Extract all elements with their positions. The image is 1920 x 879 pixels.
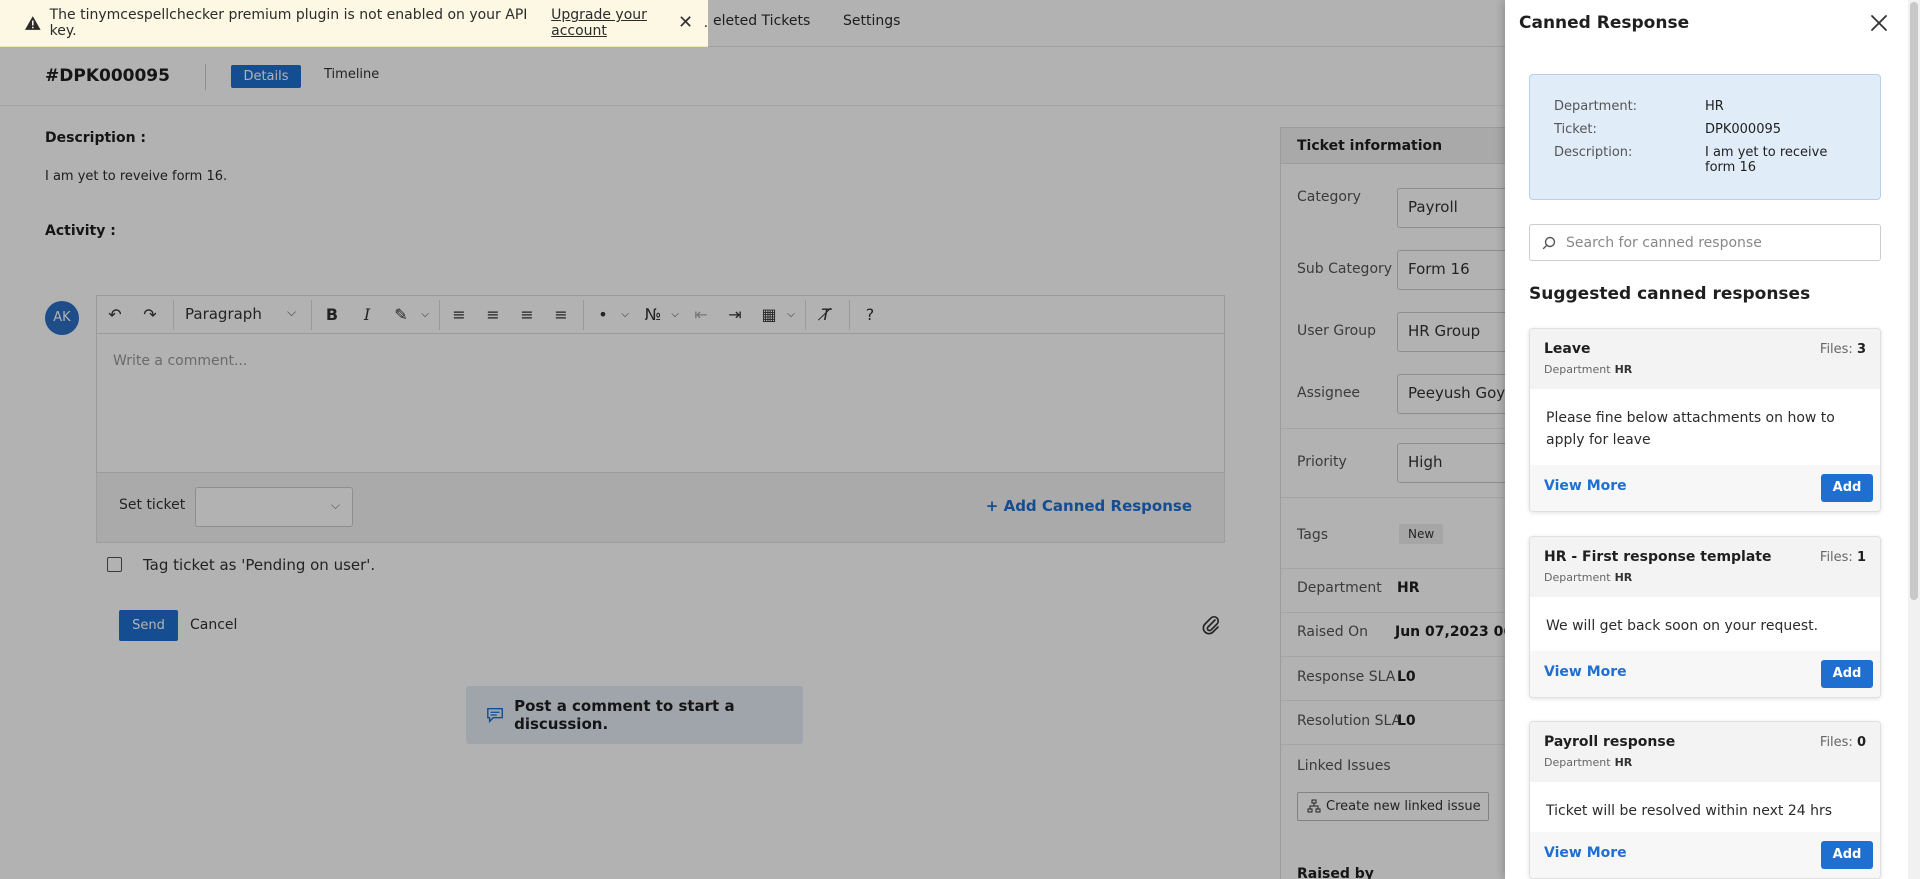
canned-response-drawer: Canned Response Department: HR Ticket: D… (1505, 0, 1920, 879)
response-body: We will get back soon on your request. (1546, 618, 1819, 634)
response-name: HR - First response template (1544, 549, 1772, 565)
card-header: Payroll response Department HR Files: 0 (1530, 722, 1880, 782)
response-department: Department HR (1544, 756, 1633, 769)
view-more-link[interactable]: View More (1544, 664, 1627, 680)
plugin-warning-banner: The tinymcespellchecker premium plugin i… (0, 0, 708, 47)
banner-message-suffix: . (703, 15, 709, 31)
card-header: HR - First response template Department H… (1530, 537, 1880, 597)
response-files-count: Files: 1 (1819, 550, 1866, 565)
ticket-value: DPK000095 (1705, 122, 1782, 137)
view-more-link[interactable]: View More (1544, 478, 1627, 494)
ticket-summary-card: Department: HR Ticket: DPK000095 Descrip… (1529, 74, 1881, 200)
banner-message: The tinymcespellchecker premium plugin i… (49, 7, 528, 39)
card-header: Leave Department HR Files: 3 (1530, 329, 1880, 389)
add-button[interactable]: Add (1821, 841, 1873, 869)
canned-response-card: Leave Department HR Files: 3 Please fine … (1529, 328, 1881, 512)
canned-response-search (1529, 224, 1881, 261)
close-icon[interactable] (1868, 12, 1890, 34)
drawer-scrollbar[interactable] (1908, 0, 1920, 879)
warning-icon (24, 16, 41, 30)
view-more-link[interactable]: View More (1544, 845, 1627, 861)
close-icon[interactable]: ✕ (678, 12, 693, 33)
response-body: Ticket will be resolved within next 24 h… (1546, 803, 1833, 819)
response-body: Please fine below attachments on how to … (1546, 410, 1835, 448)
response-department: Department HR (1544, 571, 1633, 584)
description-value: I am yet to receive form 16 (1705, 145, 1828, 175)
response-department: Department HR (1544, 363, 1633, 376)
description-label: Description: (1554, 145, 1633, 160)
department-label: Department: (1554, 99, 1638, 114)
card-footer: View More Add (1530, 832, 1880, 878)
canned-response-card: Payroll response Department HR Files: 0 T… (1529, 721, 1881, 879)
modal-backdrop[interactable] (0, 0, 1505, 879)
ticket-label: Ticket: (1554, 122, 1597, 137)
response-name: Payroll response (1544, 734, 1676, 750)
card-footer: View More Add (1530, 651, 1880, 697)
add-button[interactable]: Add (1821, 474, 1873, 502)
suggested-responses-title: Suggested canned responses (1529, 284, 1811, 304)
card-footer: View More Add (1530, 465, 1880, 511)
search-input[interactable] (1566, 233, 1866, 253)
scrollbar-thumb[interactable] (1910, 2, 1918, 600)
department-value: HR (1705, 99, 1724, 114)
response-files-count: Files: 3 (1819, 342, 1866, 357)
drawer-title: Canned Response (1519, 13, 1690, 33)
search-icon (1542, 236, 1556, 250)
response-files-count: Files: 0 (1819, 735, 1866, 750)
add-button[interactable]: Add (1821, 660, 1873, 688)
response-name: Leave (1544, 341, 1591, 357)
canned-response-card: HR - First response template Department H… (1529, 536, 1881, 698)
